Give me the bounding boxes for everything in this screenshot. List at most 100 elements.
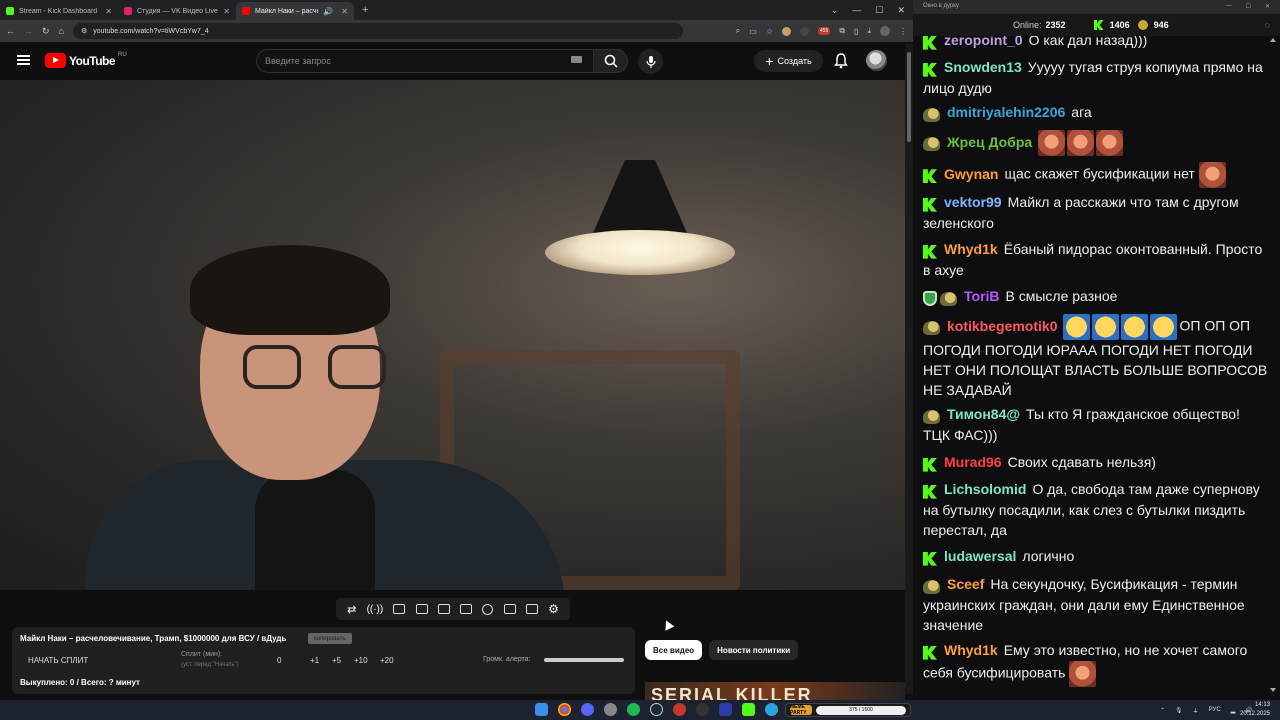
tray-chevron-icon[interactable]: ⌃	[1160, 707, 1165, 714]
alert-volume-slider[interactable]	[544, 658, 624, 662]
voice-search-button[interactable]	[638, 49, 663, 74]
tab-kick-dashboard[interactable]: Stream - Kick Dashboard ✕	[0, 2, 118, 20]
app-icon[interactable]	[604, 703, 617, 716]
profile-icon[interactable]	[880, 26, 890, 36]
usb-icon[interactable]: ⏚	[1193, 706, 1199, 715]
increment-button[interactable]: +10	[354, 656, 368, 665]
split-value[interactable]: 0	[277, 656, 281, 665]
close-window-icon[interactable]: ✕	[897, 5, 905, 16]
language-indicator[interactable]: РУС	[1209, 707, 1221, 713]
add-screen-icon[interactable]	[503, 604, 516, 614]
chat-username[interactable]: Whyd1k	[944, 241, 998, 257]
start-split-button[interactable]: НАЧАТЬ СПЛИТ	[28, 656, 88, 665]
extension-icon[interactable]	[799, 26, 809, 36]
scroll-up-icon[interactable]	[1270, 38, 1276, 42]
page-scrollbar[interactable]	[905, 44, 913, 694]
bookmark-star-icon[interactable]: ☆	[766, 27, 773, 36]
site-info-icon[interactable]: ⚙	[81, 27, 87, 35]
search-button[interactable]	[593, 49, 628, 73]
increment-button[interactable]: +1	[310, 656, 319, 665]
steam-icon[interactable]	[650, 703, 663, 716]
close-icon[interactable]: ✕	[105, 7, 112, 16]
back-icon[interactable]: ←	[6, 26, 15, 36]
tab-youtube-video[interactable]: Майкл Наки – расчелове... 🔊 ✕	[236, 2, 354, 20]
chat-scrollbar[interactable]	[1268, 36, 1276, 692]
wifi-icon[interactable]: ▂	[1231, 707, 1236, 714]
create-button[interactable]: + Создать	[754, 50, 823, 72]
chip-politics-news[interactable]: Новости политики	[709, 640, 799, 660]
chat-username[interactable]: Тимон84@	[947, 406, 1020, 422]
keyboard-icon[interactable]	[571, 56, 582, 63]
minimize-icon[interactable]: —	[852, 5, 861, 15]
download-icon[interactable]: ⤓	[867, 26, 871, 36]
chrome-icon[interactable]	[558, 703, 571, 716]
chat-username[interactable]: dmitriyalehin2206	[947, 104, 1065, 120]
speaker-icon[interactable]: 🔊	[323, 7, 333, 16]
cinema-mode-icon[interactable]	[460, 604, 473, 614]
loop-icon[interactable]: ⇄	[347, 603, 356, 616]
system-clock[interactable]: 14:13 20.12.2025	[1240, 701, 1270, 719]
home-icon[interactable]: ⌂	[59, 26, 64, 36]
watch-icon[interactable]	[393, 604, 406, 614]
puzzle-icon[interactable]: ⧉	[839, 26, 845, 36]
start-windows-icon[interactable]	[535, 703, 548, 716]
minimize-icon[interactable]: —	[1226, 3, 1232, 11]
youtube-logo[interactable]: YouTube RU	[45, 52, 127, 68]
settings-icon[interactable]: ◌	[1265, 20, 1270, 30]
maximize-icon[interactable]: ☐	[1246, 3, 1251, 11]
picture-in-picture-icon[interactable]	[437, 604, 450, 614]
close-icon[interactable]: ✕	[223, 7, 230, 16]
increment-button[interactable]: +20	[380, 656, 394, 665]
tab-search-icon[interactable]: ⌄	[831, 5, 839, 16]
meme-party-widget[interactable]: MEME PARTY 375 / 1500	[785, 703, 911, 717]
tab-vk-studio[interactable]: Студия — VK Видео Live ✕	[118, 2, 236, 20]
microphone-tray-icon[interactable]: 🎙	[1175, 707, 1183, 714]
maximize-icon[interactable]: ☐	[875, 5, 883, 16]
zoom-icon[interactable]: ⌕	[736, 26, 740, 36]
player-icon[interactable]	[719, 703, 732, 716]
clapper-icon[interactable]	[415, 604, 428, 614]
spotify-icon[interactable]	[627, 703, 640, 716]
recommended-video-thumbnail[interactable]: SERIAL KILLER	[645, 682, 905, 700]
video-player[interactable]	[0, 80, 905, 590]
broadcast-icon[interactable]: ((·))	[367, 604, 384, 615]
new-tab-button[interactable]: +	[354, 4, 376, 16]
chat-username[interactable]: kotikbegemotik0	[947, 318, 1057, 334]
camera-icon[interactable]	[525, 604, 538, 614]
close-icon[interactable]: ✕	[341, 7, 348, 16]
url-field[interactable]: ⚙ youtube.com/watch?v=tiWVcbYw7_4	[72, 23, 683, 39]
chat-username[interactable]: Gwynan	[944, 166, 998, 182]
speed-icon[interactable]	[482, 603, 494, 615]
hamburger-menu-icon[interactable]	[17, 55, 30, 65]
discord-icon[interactable]	[581, 703, 594, 716]
chat-username[interactable]: Snowden13	[944, 59, 1022, 75]
chat-username[interactable]: Жрец Добра	[947, 134, 1032, 150]
chat-username[interactable]: ludawersal	[944, 548, 1016, 564]
kick-icon[interactable]	[742, 703, 755, 716]
obs-icon[interactable]	[696, 703, 709, 716]
close-window-icon[interactable]: ✕	[1265, 3, 1270, 11]
increment-button[interactable]: +5	[332, 656, 341, 665]
search-input[interactable]: Введите запрос	[256, 49, 594, 73]
chat-username[interactable]: Whyd1k	[944, 642, 998, 658]
app-icon[interactable]	[673, 703, 686, 716]
extension-badge[interactable]: 455	[817, 27, 831, 35]
extension-icon[interactable]	[781, 26, 791, 36]
telegram-icon[interactable]	[765, 703, 778, 716]
chat-username[interactable]: Murad96	[944, 454, 1002, 470]
cast-icon[interactable]: ▭	[749, 27, 757, 36]
menu-dots-icon[interactable]: ⋮	[899, 27, 907, 36]
notifications-bell-icon[interactable]	[834, 53, 848, 69]
scrollbar-thumb[interactable]	[907, 52, 911, 142]
chat-username[interactable]: Sceef	[947, 576, 984, 592]
reload-icon[interactable]: ↻	[42, 26, 50, 37]
scroll-down-icon[interactable]	[1270, 688, 1276, 692]
chat-username[interactable]: ToriB	[964, 288, 1000, 304]
sidebar-icon[interactable]: ▯	[854, 27, 858, 36]
chat-username[interactable]: vektor99	[944, 194, 1002, 210]
forward-icon[interactable]: →	[24, 26, 33, 36]
chat-username[interactable]: zeropoint_0	[944, 36, 1023, 48]
chat-username[interactable]: Lichsolomid	[944, 481, 1026, 497]
account-avatar[interactable]	[866, 50, 887, 71]
copy-button[interactable]: копировать	[308, 633, 352, 644]
